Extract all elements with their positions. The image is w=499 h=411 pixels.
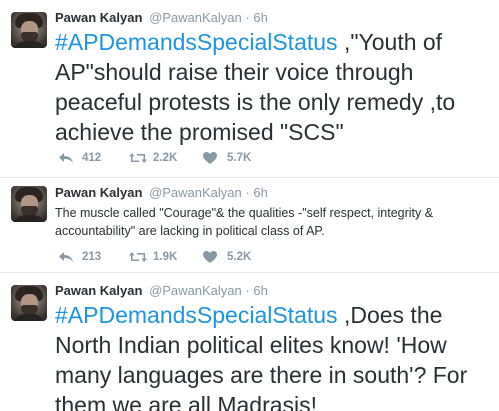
reply-icon: [59, 252, 73, 262]
hashtag-link[interactable]: #APDemandsSpecialStatus: [55, 302, 338, 328]
tweet-header: Pawan Kalyan @PawanKalyan · 6h: [55, 10, 268, 26]
avatar[interactable]: [11, 285, 47, 321]
hashtag-link[interactable]: #APDemandsSpecialStatus: [55, 29, 338, 55]
like-count: 5.2K: [227, 251, 252, 263]
tweet-text: The muscle called "Courage"& the qualiti…: [55, 204, 493, 240]
reply-count: 213: [82, 251, 102, 263]
author-name[interactable]: Pawan Kalyan: [55, 185, 142, 200]
reply-count: 412: [82, 152, 102, 164]
like-count: 5.7K: [227, 152, 252, 164]
author-name[interactable]: Pawan Kalyan: [55, 10, 142, 25]
like-icon: [203, 251, 217, 263]
tweet-text: #APDemandsSpecialStatus ,Does the North …: [55, 300, 493, 411]
retweet-icon: [129, 252, 147, 262]
tweet-header: Pawan Kalyan @PawanKalyan · 6h: [55, 185, 268, 201]
tweet[interactable]: Pawan Kalyan @PawanKalyan · 6h #APDemand…: [0, 273, 499, 411]
tweet-body: The muscle called "Courage"& the qualiti…: [55, 206, 434, 238]
author-handle[interactable]: @PawanKalyan: [149, 283, 242, 298]
avatar[interactable]: [11, 12, 47, 48]
tweet[interactable]: Pawan Kalyan @PawanKalyan · 6h The muscl…: [0, 178, 499, 273]
separator: ·: [245, 185, 250, 200]
tweet[interactable]: Pawan Kalyan @PawanKalyan · 6h #APDemand…: [0, 0, 499, 178]
retweet-icon: [129, 153, 147, 163]
tweet-text: #APDemandsSpecialStatus ,"Youth of AP"sh…: [55, 27, 493, 147]
timestamp[interactable]: 6h: [253, 10, 267, 25]
avatar[interactable]: [11, 186, 47, 222]
like-icon: [203, 152, 217, 164]
author-name[interactable]: Pawan Kalyan: [55, 283, 142, 298]
author-handle[interactable]: @PawanKalyan: [149, 10, 242, 25]
tweet-header: Pawan Kalyan @PawanKalyan · 6h: [55, 283, 268, 299]
retweet-count: 2.2K: [153, 152, 178, 164]
retweet-count: 1.9K: [153, 251, 178, 263]
timestamp[interactable]: 6h: [253, 283, 267, 298]
reply-icon: [59, 153, 73, 163]
timestamp[interactable]: 6h: [253, 185, 267, 200]
separator: ·: [245, 283, 250, 298]
author-handle[interactable]: @PawanKalyan: [149, 185, 242, 200]
separator: ·: [245, 10, 250, 25]
